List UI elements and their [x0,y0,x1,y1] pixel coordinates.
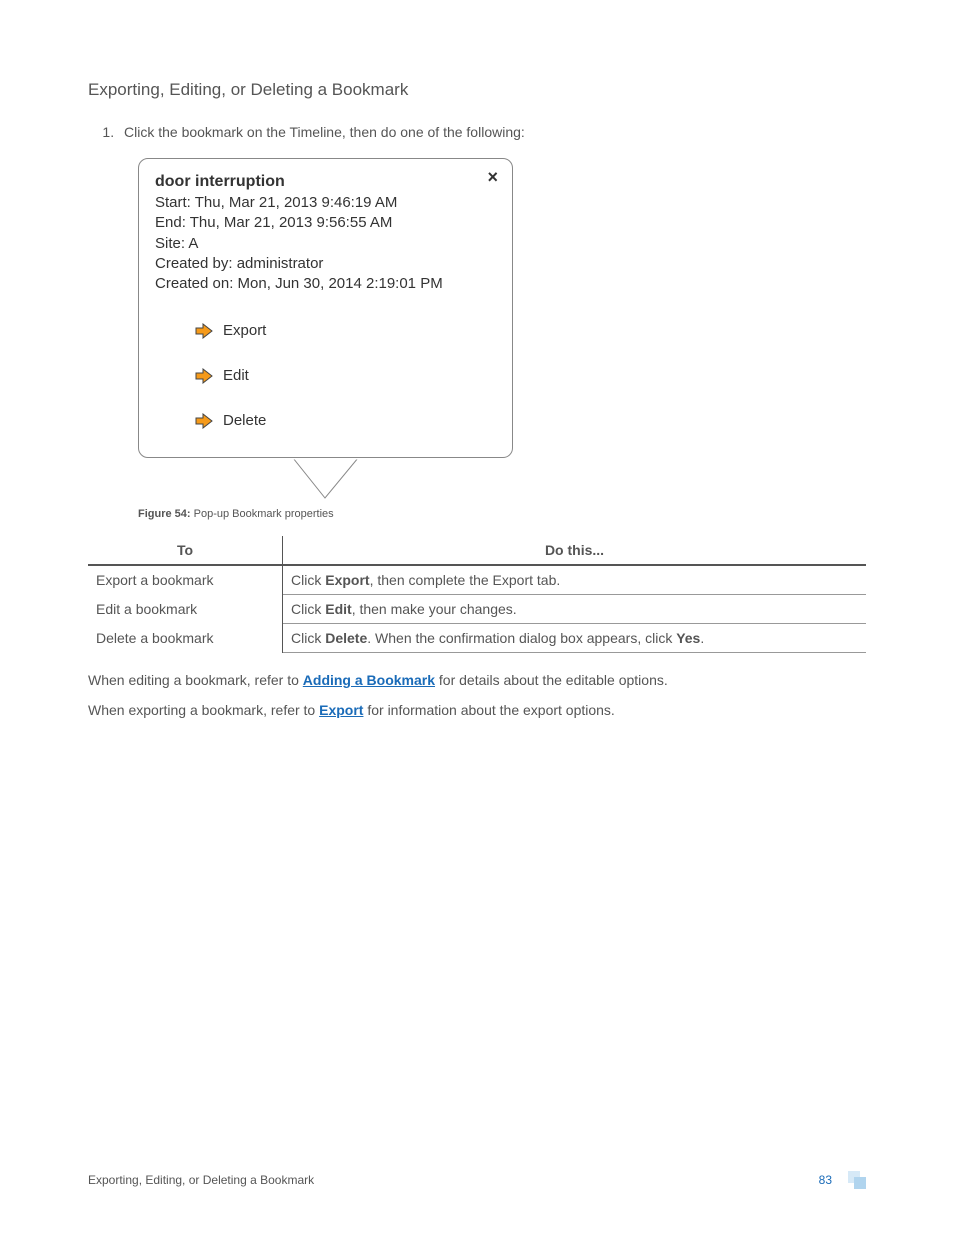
edit-action[interactable]: Edit [195,367,496,384]
step-1: Click the bookmark on the Timeline, then… [118,124,866,140]
cell-do: Click Delete. When the confirmation dial… [283,624,867,653]
popup-created-on: Created on: Mon, Jun 30, 2014 2:19:01 PM [155,274,496,294]
page-footer: Exporting, Editing, or Deleting a Bookma… [88,1171,866,1189]
cell-do: Click Edit, then make your changes. [283,595,867,624]
page-number: 83 [819,1173,832,1187]
popup-tail [138,458,513,498]
cell-do: Click Export, then complete the Export t… [283,565,867,595]
close-icon[interactable]: × [487,167,498,188]
delete-label: Delete [223,412,266,429]
export-label: Export [223,322,266,339]
arrow-right-icon [195,413,213,429]
figure-label: Figure 54: [138,508,191,520]
adding-bookmark-link[interactable]: Adding a Bookmark [303,672,435,688]
instruction-table: To Do this... Export a bookmark Click Ex… [88,536,866,653]
table-row: Export a bookmark Click Export, then com… [88,565,866,595]
cell-to: Edit a bookmark [88,595,283,624]
popup-title: door interruption [155,173,496,191]
bookmark-popup: × door interruption Start: Thu, Mar 21, … [138,158,513,458]
arrow-right-icon [195,368,213,384]
export-action[interactable]: Export [195,322,496,339]
cell-to: Export a bookmark [88,565,283,595]
popup-start: Start: Thu, Mar 21, 2013 9:46:19 AM [155,193,496,213]
table-row: Edit a bookmark Click Edit, then make yo… [88,595,866,624]
delete-action[interactable]: Delete [195,412,496,429]
footer-title: Exporting, Editing, or Deleting a Bookma… [88,1173,314,1187]
figure-text: Pop-up Bookmark properties [191,508,334,520]
popup-end: End: Thu, Mar 21, 2013 9:56:55 AM [155,213,496,233]
para-exporting: When exporting a bookmark, refer to Expo… [88,701,866,721]
para-editing: When editing a bookmark, refer to Adding… [88,671,866,691]
cell-to: Delete a bookmark [88,624,283,653]
col-do: Do this... [283,536,867,565]
popup-created-by: Created by: administrator [155,254,496,274]
col-to: To [88,536,283,565]
export-link[interactable]: Export [319,702,363,718]
arrow-right-icon [195,323,213,339]
section-heading: Exporting, Editing, or Deleting a Bookma… [88,80,866,100]
edit-label: Edit [223,367,249,384]
logo-icon [842,1171,866,1189]
figure-caption: Figure 54: Pop-up Bookmark properties [138,508,866,520]
table-row: Delete a bookmark Click Delete. When the… [88,624,866,653]
popup-site: Site: A [155,234,496,254]
